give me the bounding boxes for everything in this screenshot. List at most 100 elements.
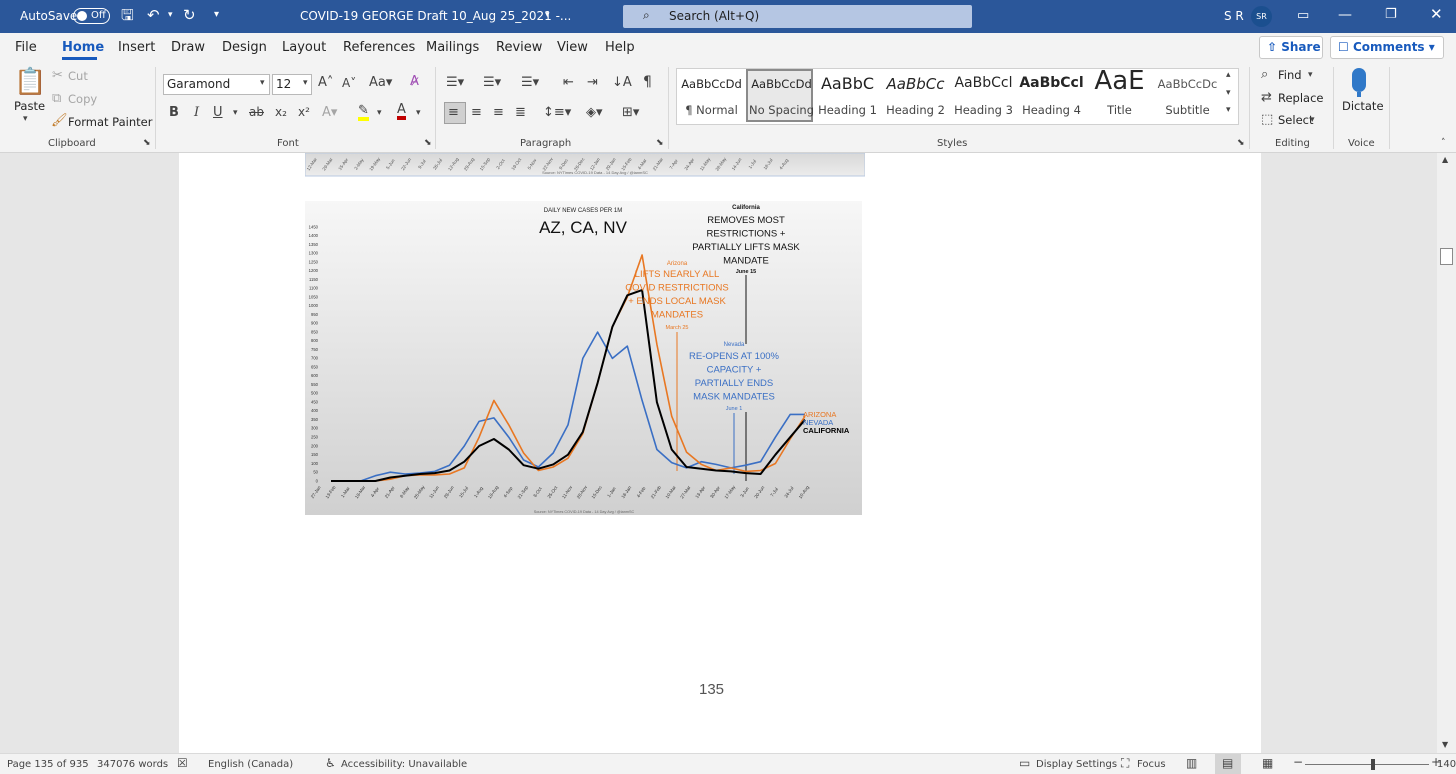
justify-icon[interactable]: ≣ [515, 106, 526, 119]
font-family-dropdown-icon[interactable]: ▾ [260, 79, 265, 88]
proofing-icon[interactable]: ☒ [177, 757, 188, 769]
zoom-level[interactable]: 140% [1437, 759, 1456, 770]
save-icon[interactable]: 🖫 [121, 8, 134, 23]
subscript-icon[interactable]: x₂ [275, 106, 287, 118]
customize-toolbar-icon[interactable]: ▾ [214, 10, 219, 20]
highlight-dropdown-icon[interactable]: ▾ [377, 109, 382, 118]
tab-references[interactable]: References [343, 40, 415, 55]
display-settings-button[interactable]: Display Settings [1036, 759, 1117, 770]
tab-draw[interactable]: Draw [171, 40, 205, 55]
zoom-slider-thumb[interactable] [1371, 759, 1376, 770]
style-title[interactable]: AaE Title [1086, 66, 1153, 122]
tab-review[interactable]: Review [496, 40, 542, 55]
find-button[interactable]: Find [1278, 68, 1302, 82]
collapse-ribbon-icon[interactable]: ˄ [1441, 139, 1446, 148]
dictate-button[interactable]: Dictate [1342, 99, 1384, 113]
style-subtitle[interactable]: AaBbCcDc Subtitle [1154, 69, 1221, 122]
superscript-icon[interactable]: x² [298, 106, 310, 118]
paste-dropdown-icon[interactable]: ▾ [23, 115, 28, 124]
paste-icon[interactable]: 📋 [14, 69, 46, 95]
multilevel-list-icon[interactable]: ☰▾ [521, 76, 539, 89]
borders-icon[interactable]: ⊞▾ [622, 106, 639, 119]
select-dropdown-icon[interactable]: ▾ [1310, 116, 1315, 125]
style-heading-3[interactable]: AaBbCcl Heading 3 [950, 69, 1017, 122]
style-heading-1[interactable]: AaBbC Heading 1 [814, 69, 881, 122]
autosave-toggle[interactable]: Off [73, 8, 110, 24]
line-spacing-icon[interactable]: ↕≡▾ [543, 106, 571, 119]
web-layout-icon[interactable]: ▦ [1262, 757, 1273, 769]
style-normal[interactable]: AaBbCcDd ¶ Normal [678, 69, 745, 122]
tab-home[interactable]: Home [62, 40, 104, 55]
format-painter-button[interactable]: Format Painter [68, 115, 152, 129]
word-count[interactable]: 347076 words [97, 759, 168, 770]
text-effects-icon[interactable]: A▾ [322, 106, 337, 119]
page-count[interactable]: Page 135 of 935 [7, 759, 89, 770]
styles-more-icon[interactable]: ▾ [1226, 106, 1231, 115]
bold-icon[interactable]: B [169, 106, 179, 119]
search-box[interactable]: ⌕ Search (Alt+Q) [623, 5, 972, 28]
focus-button[interactable]: Focus [1137, 759, 1166, 770]
microphone-icon[interactable] [1352, 68, 1366, 92]
center-icon[interactable]: ≡ [471, 106, 482, 119]
highlight-icon[interactable]: ✎ [358, 104, 369, 121]
styles-scroll-down-icon[interactable]: ▾ [1226, 89, 1231, 98]
find-dropdown-icon[interactable]: ▾ [1308, 71, 1313, 80]
replace-button[interactable]: Replace [1278, 91, 1324, 105]
language[interactable]: English (Canada) [208, 759, 293, 770]
scroll-thumb[interactable] [1440, 248, 1453, 265]
change-case-icon[interactable]: Aa▾ [369, 76, 392, 89]
paste-button[interactable]: Paste [14, 99, 45, 113]
font-size-dropdown-icon[interactable]: ▾ [303, 79, 308, 88]
undo-dropdown-icon[interactable]: ▾ [168, 11, 173, 20]
scroll-up-icon[interactable]: ▲ [1442, 156, 1448, 164]
style-heading-4[interactable]: AaBbCcl Heading 4 [1018, 69, 1085, 122]
font-family-select[interactable]: Garamond [163, 74, 270, 95]
title-dropdown-icon[interactable]: ▾ [545, 11, 550, 20]
tab-layout[interactable]: Layout [282, 40, 326, 55]
clipboard-launcher-icon[interactable]: ⬊ [143, 139, 151, 148]
font-launcher-icon[interactable]: ⬊ [424, 139, 432, 148]
font-color-icon[interactable]: A [397, 103, 406, 120]
increase-indent-icon[interactable]: ⇥ [587, 76, 598, 89]
avatar[interactable]: SR [1251, 6, 1272, 27]
style-no-spacing[interactable]: AaBbCcDd No Spacing [746, 69, 814, 122]
clear-formatting-icon[interactable]: A̷ [410, 75, 419, 88]
tab-help[interactable]: Help [605, 40, 635, 55]
underline-dropdown-icon[interactable]: ▾ [233, 109, 238, 118]
ribbon-display-icon[interactable]: ▭ [1297, 9, 1309, 22]
shading-icon[interactable]: ◈▾ [586, 106, 603, 119]
vertical-scrollbar[interactable]: ▲ ▼ [1437, 153, 1456, 753]
tab-design[interactable]: Design [222, 40, 267, 55]
cut-button[interactable]: Cut [68, 69, 88, 83]
align-right-icon[interactable]: ≡ [493, 106, 504, 119]
accessibility-status[interactable]: Accessibility: Unavailable [341, 759, 467, 770]
redo-icon[interactable]: ↻ [183, 8, 196, 23]
font-color-dropdown-icon[interactable]: ▾ [416, 109, 421, 118]
restore-icon[interactable]: ❐ [1385, 8, 1397, 21]
scroll-down-icon[interactable]: ▼ [1442, 741, 1448, 749]
read-mode-icon[interactable]: ▥ [1186, 757, 1197, 769]
minimize-icon[interactable]: — [1338, 8, 1352, 22]
undo-icon[interactable]: ↶ [147, 8, 160, 23]
shrink-font-icon[interactable]: A˅ [342, 77, 356, 89]
tab-file[interactable]: File [15, 40, 37, 55]
sort-icon[interactable]: ↓A [612, 76, 632, 89]
style-heading-2[interactable]: AaBbCc Heading 2 [882, 69, 949, 122]
grow-font-icon[interactable]: A˄ [318, 76, 333, 89]
numbering-icon[interactable]: ☰▾ [483, 76, 501, 89]
share-button[interactable]: ⇧ Share [1259, 36, 1323, 59]
tab-view[interactable]: View [557, 40, 588, 55]
show-formatting-marks-icon[interactable]: ¶ [643, 75, 652, 89]
styles-scroll-up-icon[interactable]: ▴ [1226, 71, 1231, 80]
paragraph-launcher-icon[interactable]: ⬊ [656, 139, 664, 148]
close-icon[interactable]: ✕ [1430, 7, 1443, 22]
align-left-icon[interactable]: ≡ [448, 106, 459, 119]
tab-insert[interactable]: Insert [118, 40, 155, 55]
italic-icon[interactable]: I [194, 106, 199, 119]
comments-button[interactable]: ☐ Comments ▾ [1330, 36, 1444, 59]
decrease-indent-icon[interactable]: ⇤ [563, 76, 574, 89]
select-button[interactable]: Select [1278, 113, 1313, 127]
strikethrough-icon[interactable]: ab [249, 106, 264, 118]
print-layout-icon[interactable]: ▤ [1222, 757, 1233, 769]
zoom-out-icon[interactable]: − [1293, 756, 1303, 768]
